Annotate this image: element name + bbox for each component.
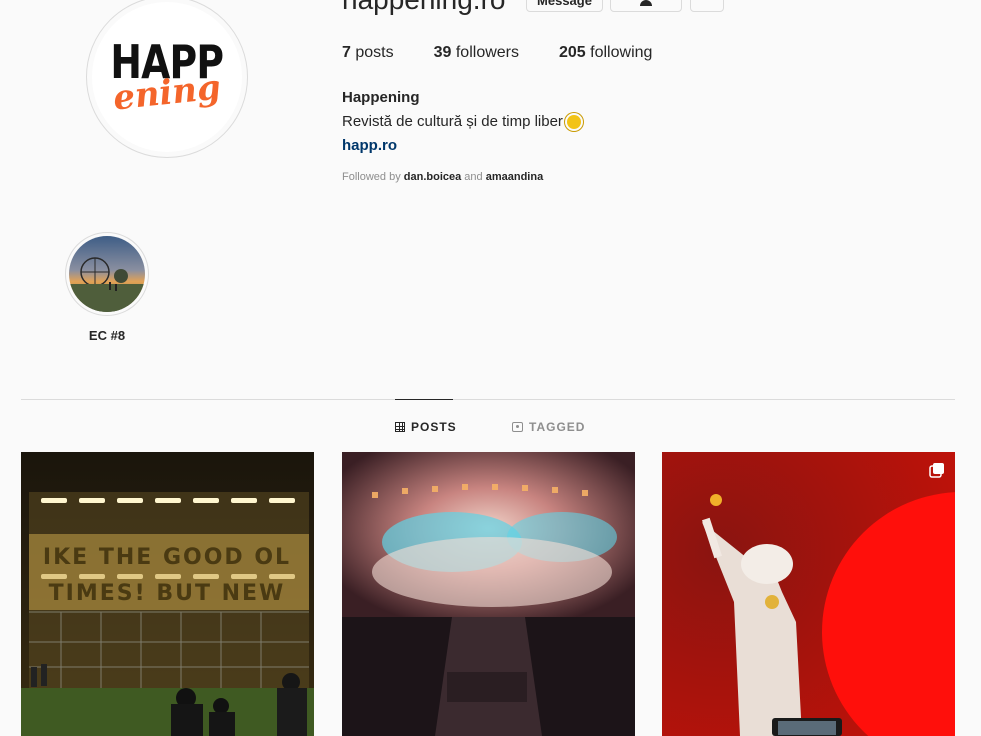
posts-label: posts [355, 44, 394, 61]
profile-website-link[interactable]: happ.ro [342, 137, 397, 154]
followers-label: followers [455, 44, 519, 61]
followers-count: 39 [433, 44, 452, 61]
story-highlight[interactable] [65, 232, 149, 316]
profile-bio: Revistă de cultură și de timp liber [342, 113, 581, 130]
tab-tagged-label: TAGGED [529, 420, 586, 434]
highlight-thumbnail [69, 236, 145, 312]
followed-by-text: Followed by dan.boicea and amaandina [342, 171, 543, 183]
post-thumbnail-1[interactable]: IKE THE GOOD OL TIMES! BUT NEW [21, 452, 314, 736]
following-count: 205 [559, 44, 586, 61]
multiple-posts-icon [929, 463, 944, 478]
sun-emoji-icon [566, 114, 581, 129]
profile-full-name: Happening [342, 89, 420, 106]
post-thumbnail-3[interactable] [662, 452, 955, 736]
followed-by-prefix: Followed by [342, 171, 401, 183]
message-button[interactable]: Message [526, 0, 603, 12]
happening-logo: HAPP ening [92, 2, 242, 152]
posts-stat: 7 posts [342, 44, 394, 62]
follow-button[interactable] [610, 0, 682, 12]
following-label: following [590, 44, 653, 61]
banner-text-2: TIMES! BUT NEW [49, 581, 286, 606]
profile-username: happening.ro [342, 0, 505, 16]
tab-tagged[interactable]: TAGGED [512, 420, 585, 434]
followed-by-user-2[interactable]: amaandina [486, 171, 543, 183]
followed-by-conjunction: and [464, 171, 483, 183]
bio-text: Revistă de cultură și de timp liber [342, 113, 563, 130]
active-tab-indicator [395, 399, 453, 400]
highlight-label: EC #8 [88, 328, 126, 343]
tag-icon [512, 422, 523, 432]
person-follow-icon [640, 0, 652, 6]
more-options-button[interactable] [690, 0, 724, 12]
post-thumbnail-2[interactable] [342, 452, 635, 736]
tabs-divider [21, 399, 955, 400]
profile-avatar[interactable]: HAPP ening [86, 0, 248, 158]
followed-by-user-1[interactable]: dan.boicea [404, 171, 461, 183]
posts-count: 7 [342, 44, 351, 61]
banner-text-1: IKE THE GOOD OL [43, 545, 291, 570]
following-stat[interactable]: 205 following [559, 44, 652, 62]
logo-text-ening: ening [111, 67, 223, 119]
profile-stats: 7 posts 39 followers 205 following [342, 44, 652, 62]
tab-posts-label: POSTS [411, 420, 457, 434]
followers-stat[interactable]: 39 followers [434, 44, 519, 62]
tab-posts[interactable]: POSTS [395, 420, 457, 434]
grid-icon [395, 422, 405, 432]
